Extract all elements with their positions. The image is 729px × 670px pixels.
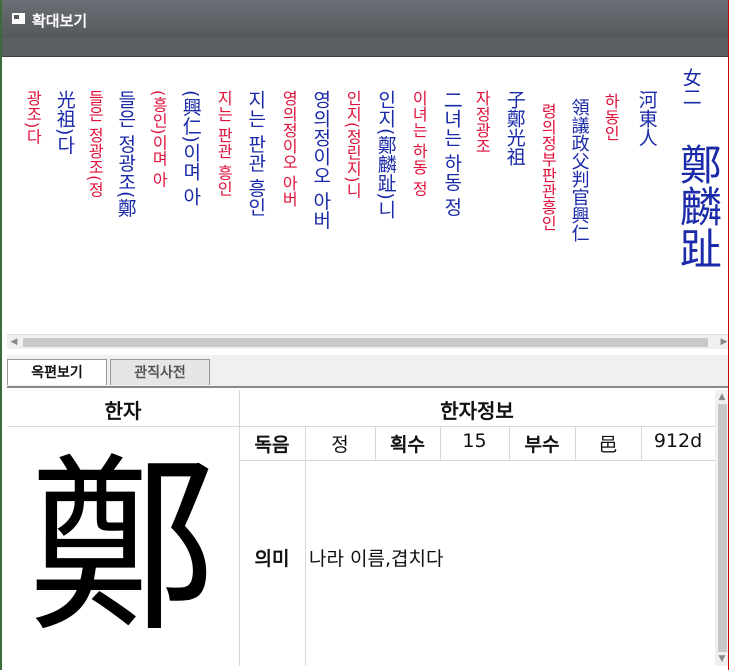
unicode-code-value: 912d xyxy=(653,430,703,452)
text-column-2: 鄭麟趾 xyxy=(673,143,723,269)
tab-bar: 옥편보기 관직사전 xyxy=(7,355,728,388)
horizontal-scroll-thumb[interactable] xyxy=(23,338,708,347)
text-column-13: 영의정이오 아버 xyxy=(309,90,332,230)
hanja-info-panel: 한자 한자정보 鄭 독음 정 획수 15 부수 邑 912d 의미 나라 이름,… xyxy=(7,390,715,666)
meaning-value: 나라 이름,겹치다 xyxy=(309,548,444,570)
zoom-view-window: 확대보기 女二鄭麟趾 河東人 하동인 領議政父判官興仁 령의정부판관흥인 子鄭光祖 자정광조… xyxy=(0,0,729,670)
window-icon xyxy=(12,13,25,24)
strokes-value: 15 xyxy=(462,430,487,452)
text-column-17: (興仁)이며 아 xyxy=(179,90,202,206)
vertical-text-view: 女二鄭麟趾 河東人 하동인 領議政父判官興仁 령의정부판관흥인 子鄭光祖 자정광조 二녀는 하… xyxy=(7,58,728,334)
text-column-20: 들은 정광조(정 xyxy=(85,90,105,198)
text-column-7: 子鄭光祖 xyxy=(503,90,526,166)
text-column-16: 지는 판관 흥인 xyxy=(214,90,234,197)
text-column-5: 領議政父判官興仁 xyxy=(568,98,590,242)
title-bar[interactable]: 확대보기 xyxy=(2,0,728,38)
tab-okpyeon[interactable]: 옥편보기 xyxy=(7,359,107,385)
text-column-15: 지는 판관 흥인 xyxy=(244,90,267,217)
text-column-22: 광조)다 xyxy=(23,90,43,145)
hanja-info-header: 한자정보 xyxy=(440,399,514,423)
vertical-scroll-thumb[interactable] xyxy=(718,404,727,652)
vertical-scrollbar[interactable]: ▲ ▼ xyxy=(715,390,728,666)
text-column-3: 河東人 xyxy=(635,90,658,147)
text-column-9: 二녀는 하동 정 xyxy=(440,90,463,217)
scroll-right-arrow-icon[interactable]: ▶ xyxy=(717,335,728,349)
hanja-header: 한자 xyxy=(104,399,142,423)
text-column-6: 령의정부판관흥인 xyxy=(538,103,558,231)
text-column-18: (흥인)이며 아 xyxy=(149,90,169,188)
scroll-down-arrow-icon[interactable]: ▼ xyxy=(715,652,728,666)
text-column-10: 이녀는 하동 정 xyxy=(409,90,429,197)
window-title: 확대보기 xyxy=(32,12,88,30)
meaning-label: 의미 xyxy=(254,548,290,570)
radical-label: 부수 xyxy=(524,434,560,456)
text-column-1: 女二 xyxy=(679,68,702,106)
title-subbar xyxy=(2,38,728,57)
horizontal-scrollbar[interactable]: ◀ ▶ xyxy=(7,334,728,349)
text-column-14: 영의정이오 아버 xyxy=(279,90,299,208)
tab-gwanjik-dictionary[interactable]: 관직사전 xyxy=(110,359,210,385)
reading-value: 정 xyxy=(331,434,349,456)
text-column-21: 光祖)다 xyxy=(53,90,76,155)
text-column-19: 들은 정광조(鄭 xyxy=(114,90,137,218)
big-hanja-character: 鄭 xyxy=(27,437,218,658)
text-column-4: 하동인 xyxy=(601,93,621,141)
text-column-8: 자정광조 xyxy=(472,90,492,154)
reading-label: 독음 xyxy=(254,434,290,456)
text-column-11: 인지(鄭麟趾)니 xyxy=(374,90,397,219)
radical-value: 邑 xyxy=(598,434,618,456)
scroll-left-arrow-icon[interactable]: ◀ xyxy=(7,335,21,349)
text-column-12: 인지(정린지)니 xyxy=(343,90,363,199)
scroll-up-arrow-icon[interactable]: ▲ xyxy=(715,390,728,404)
strokes-label: 획수 xyxy=(390,434,425,456)
